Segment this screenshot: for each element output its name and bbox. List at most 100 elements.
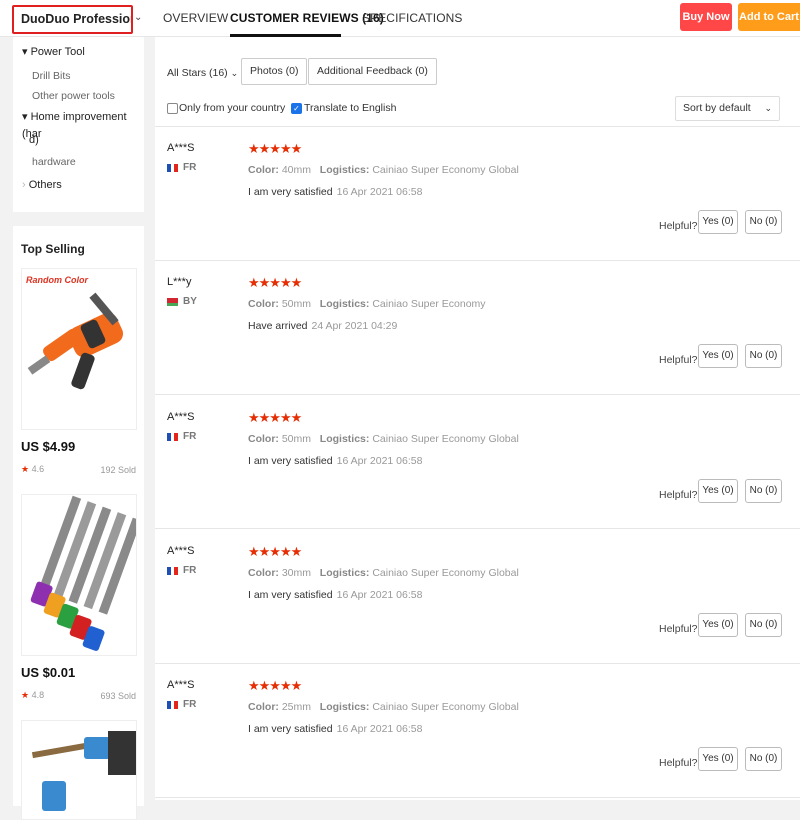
photos-filter-button[interactable]: Photos (0)	[241, 58, 308, 85]
translate-label: Translate to English	[304, 102, 397, 114]
review-text: I am very satisfied	[248, 723, 333, 735]
helpful-label: Helpful?	[659, 220, 698, 232]
product-price: US $4.99	[21, 439, 76, 454]
category-label: Others	[28, 179, 62, 191]
review-content: I am very satisfied 16 Apr 2021 06:58	[248, 723, 422, 735]
sort-label: Sort by default	[683, 102, 751, 114]
category-home-improvement[interactable]: ▾ Home improvement (har	[22, 109, 144, 143]
only-country-label: Only from your country	[179, 102, 286, 114]
category-panel: ▾ Power Tool Drill Bits Other power tool…	[13, 37, 144, 212]
top-selling-title: Top Selling	[21, 242, 85, 256]
review-date: 24 Apr 2021 04:29	[311, 320, 398, 332]
color-label: Color:	[248, 298, 279, 310]
product-rating: ★ 4.6	[21, 464, 44, 475]
translate-checkbox[interactable]: ✓	[291, 103, 302, 114]
flag-fr-icon	[167, 701, 179, 709]
review-content: Have arrived 24 Apr 2021 04:29	[248, 320, 397, 332]
color-label: Color:	[248, 433, 279, 445]
chevron-down-icon[interactable]: ⌄	[134, 12, 142, 23]
tab-overview[interactable]: OVERVIEW	[163, 11, 228, 25]
review-stars: ★★★★★	[248, 678, 302, 693]
logistics-value: Cainiao Super Economy	[372, 298, 486, 310]
category-drill-bits[interactable]: Drill Bits	[32, 70, 71, 82]
divider	[155, 797, 800, 798]
helpful-label: Helpful?	[659, 354, 698, 366]
flag-fr-icon	[167, 164, 179, 172]
helpful-label: Helpful?	[659, 623, 698, 635]
tab-specifications[interactable]: SPECIFICATIONS	[362, 11, 463, 25]
helpful-no-button[interactable]: No (0)	[745, 479, 782, 503]
buy-now-button[interactable]: Buy Now	[680, 3, 732, 31]
category-home-improvement-cont[interactable]: d)	[29, 132, 39, 149]
product-rating: ★ 4.8	[21, 690, 44, 701]
add-to-cart-button[interactable]: Add to Cart	[738, 3, 800, 31]
logistics-value: Cainiao Super Economy Global	[372, 567, 519, 579]
review-item: L***y BY ★★★★★ Color: 50mm Logistics: Ca…	[155, 268, 800, 402]
review-stars: ★★★★★	[248, 141, 302, 156]
star-icon: ★	[21, 464, 30, 474]
category-other-power-tools[interactable]: Other power tools	[32, 90, 115, 102]
only-country-checkbox[interactable]	[167, 103, 178, 114]
review-item: A***S FR ★★★★★ Color: 30mm Logistics: Ca…	[155, 537, 800, 671]
color-value: 30mm	[281, 567, 312, 579]
color-label: Color:	[248, 164, 279, 176]
all-stars-filter[interactable]: All Stars (16) ⌄	[167, 67, 238, 79]
review-content: I am very satisfied 16 Apr 2021 06:58	[248, 589, 422, 601]
helpful-yes-button[interactable]: Yes (0)	[698, 344, 738, 368]
review-stars: ★★★★★	[248, 410, 302, 425]
additional-feedback-button[interactable]: Additional Feedback (0)	[308, 58, 437, 85]
screw-bit-illustration	[31, 731, 136, 811]
review-item: A***S FR ★★★★★ Color: 40mm Logistics: Ca…	[155, 134, 800, 268]
reviewer-name: A***S	[167, 679, 195, 691]
store-name-dropdown[interactable]: DuoDuo Profession...	[12, 5, 133, 34]
helpful-yes-button[interactable]: Yes (0)	[698, 613, 738, 637]
chevron-down-icon: ⌄	[764, 103, 772, 113]
reviewer-country: FR	[183, 162, 197, 173]
reviewer-country: FR	[183, 699, 197, 710]
helpful-yes-button[interactable]: Yes (0)	[698, 747, 738, 771]
top-nav-bar: DuoDuo Profession... ⌄ OVERVIEW CUSTOMER…	[0, 0, 800, 37]
chevron-down-icon: ⌄	[230, 68, 239, 78]
category-others[interactable]: › Others	[22, 177, 62, 194]
review-meta: Color: 40mm Logistics: Cainiao Super Eco…	[248, 164, 519, 176]
flag-fr-icon	[167, 433, 179, 441]
reviews-panel: All Stars (16) ⌄ Photos (0) Additional F…	[155, 37, 800, 800]
reviewer-country: FR	[183, 565, 197, 576]
helpful-no-button[interactable]: No (0)	[745, 747, 782, 771]
helpful-yes-button[interactable]: Yes (0)	[698, 210, 738, 234]
review-text: Have arrived	[248, 320, 308, 332]
review-date: 16 Apr 2021 06:58	[336, 589, 423, 601]
helpful-label: Helpful?	[659, 757, 698, 769]
flag-by-icon	[167, 298, 178, 306]
helpful-yes-button[interactable]: Yes (0)	[698, 479, 738, 503]
helpful-no-button[interactable]: No (0)	[745, 344, 782, 368]
review-text: I am very satisfied	[248, 455, 333, 467]
product-image-drill[interactable]: Random Color	[21, 268, 137, 430]
product-image-bit-holders[interactable]	[21, 494, 137, 656]
category-hardware[interactable]: hardware	[32, 156, 76, 168]
review-item: A***S FR ★★★★★ Color: 25mm Logistics: Ca…	[155, 671, 800, 805]
product-sold-count: 192 Sold	[100, 465, 136, 475]
helpful-no-button[interactable]: No (0)	[745, 613, 782, 637]
logistics-label: Logistics:	[319, 567, 370, 579]
reviewer-name: A***S	[167, 545, 195, 557]
top-selling-panel: Top Selling Random Color US $4.99 ★ 4.6 …	[13, 226, 144, 820]
sort-dropdown[interactable]: Sort by default ⌄	[675, 96, 780, 121]
divider	[155, 394, 800, 395]
star-icon: ★	[21, 690, 30, 700]
divider	[155, 663, 800, 664]
product-image-screw-bit[interactable]	[21, 720, 137, 820]
rating-value: 4.6	[31, 464, 45, 474]
category-power-tool[interactable]: ▾ Power Tool	[22, 44, 85, 61]
divider	[155, 528, 800, 529]
review-content: I am very satisfied 16 Apr 2021 06:58	[248, 186, 422, 198]
product-price: US $0.01	[21, 665, 76, 680]
review-meta: Color: 30mm Logistics: Cainiao Super Eco…	[248, 567, 519, 579]
reviewer-name: A***S	[167, 142, 195, 154]
review-item: A***S FR ★★★★★ Color: 50mm Logistics: Ca…	[155, 403, 800, 537]
color-value: 50mm	[281, 433, 312, 445]
reviewer-name: A***S	[167, 411, 195, 423]
tab-customer-reviews[interactable]: CUSTOMER REVIEWS (16)	[230, 11, 384, 25]
flag-fr-icon	[167, 567, 179, 575]
helpful-no-button[interactable]: No (0)	[745, 210, 782, 234]
